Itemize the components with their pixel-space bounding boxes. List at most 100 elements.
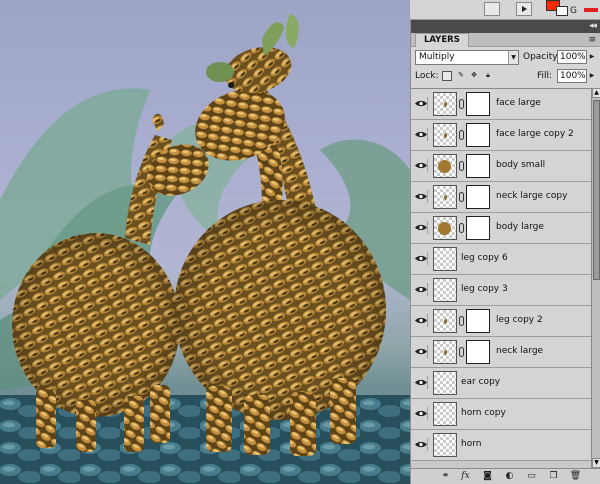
fill-slider-arrow-icon[interactable]: ▶ — [588, 69, 596, 83]
layer-row[interactable]: leg copy 2 — [411, 306, 591, 337]
layer-mask-thumbnail[interactable] — [466, 185, 490, 209]
visibility-eye-icon[interactable] — [414, 283, 428, 296]
layer-name[interactable]: face large copy 2 — [496, 129, 574, 139]
scroll-thumb[interactable] — [593, 100, 600, 280]
panel-header-bar[interactable]: ◂◂ — [411, 20, 600, 33]
trash-icon[interactable]: 🗑︎ — [569, 471, 582, 482]
opacity-input[interactable]: 100% — [557, 50, 587, 64]
fx-icon[interactable]: fx — [459, 471, 472, 482]
layer-row[interactable]: face large copy 2 — [411, 120, 591, 151]
lock-move-icon[interactable]: ✥ — [469, 71, 479, 81]
lock-row: Lock: ✎ ✥ 🔒︎ Fill: 100% ▶ — [415, 69, 599, 85]
visibility-eye-icon[interactable] — [414, 314, 428, 327]
layer-row[interactable]: neck large copy — [411, 182, 591, 213]
visibility-eye-icon[interactable] — [414, 345, 428, 358]
layer-name[interactable]: ear copy — [461, 377, 500, 387]
color-slider-indicator — [584, 8, 598, 12]
layer-row[interactable]: leg copy 3 — [411, 275, 591, 306]
tab-layers[interactable]: LAYERS — [415, 33, 469, 47]
layers-panel: ◂◂ LAYERS ≡ Multiply ▼ Opacity: 100% ▶ L… — [410, 20, 600, 484]
layer-thumbnail[interactable] — [433, 340, 457, 364]
layer-name[interactable]: leg copy 2 — [496, 315, 543, 325]
panel-tab-bar: LAYERS ≡ — [411, 33, 600, 47]
mask-link-icon[interactable] — [459, 192, 464, 202]
mask-link-icon[interactable] — [459, 347, 464, 357]
collapse-panel-icon[interactable]: ◂◂ — [589, 20, 597, 32]
layer-row[interactable]: neck large — [411, 337, 591, 368]
artwork-illustration — [0, 14, 410, 484]
layer-row[interactable]: leg copy 6 — [411, 244, 591, 275]
layer-row[interactable]: ear copy — [411, 368, 591, 399]
mask-link-icon[interactable] — [459, 316, 464, 326]
mask-link-icon[interactable] — [459, 99, 464, 109]
background-color-swatch[interactable] — [556, 6, 568, 16]
layer-mask-thumbnail[interactable] — [466, 123, 490, 147]
scroll-up-arrow-icon[interactable]: ▲ — [592, 88, 600, 98]
layer-mask-thumbnail[interactable] — [466, 154, 490, 178]
lock-all-icon[interactable]: 🔒︎ — [483, 71, 493, 81]
layer-name[interactable]: body large — [496, 222, 544, 232]
layer-name[interactable]: leg copy 6 — [461, 253, 508, 263]
link-layers-icon[interactable]: ⚭ — [439, 471, 452, 482]
visibility-eye-icon[interactable] — [414, 252, 428, 265]
visibility-eye-icon[interactable] — [414, 190, 428, 203]
fill-input[interactable]: 100% — [557, 69, 587, 83]
visibility-eye-icon[interactable] — [414, 438, 428, 451]
mask-link-icon[interactable] — [459, 161, 464, 171]
blend-mode-row: Multiply ▼ Opacity: 100% ▶ — [415, 50, 599, 66]
visibility-eye-icon[interactable] — [414, 128, 428, 141]
layer-mask-thumbnail[interactable] — [466, 216, 490, 240]
adjustment-layer-icon[interactable]: ◐ — [503, 471, 516, 482]
lock-brush-icon[interactable]: ✎ — [456, 71, 466, 81]
opacity-slider-arrow-icon[interactable]: ▶ — [588, 50, 596, 64]
visibility-eye-icon[interactable] — [414, 376, 428, 389]
layer-row[interactable]: body large — [411, 213, 591, 244]
document-canvas[interactable] — [0, 0, 410, 484]
layer-mask-thumbnail[interactable] — [466, 340, 490, 364]
layer-name[interactable]: horn copy — [461, 408, 506, 418]
visibility-eye-icon[interactable] — [414, 221, 428, 234]
layer-thumbnail[interactable] — [433, 154, 457, 178]
layer-thumbnail-content — [444, 319, 447, 324]
layer-name[interactable]: neck large copy — [496, 191, 567, 201]
layer-thumbnail-content — [444, 102, 447, 107]
visibility-eye-icon[interactable] — [414, 159, 428, 172]
mask-link-icon[interactable] — [459, 223, 464, 233]
layer-name[interactable]: neck large — [496, 346, 543, 356]
lock-label: Lock: — [415, 71, 439, 81]
layer-row[interactable]: body small — [411, 151, 591, 182]
layer-name[interactable]: horn — [461, 439, 481, 449]
lock-transparency-icon[interactable] — [442, 71, 452, 81]
panel-menu-icon[interactable]: ≡ — [588, 35, 596, 45]
layer-thumbnail[interactable] — [433, 433, 457, 457]
layer-thumbnail[interactable] — [433, 371, 457, 395]
layer-thumbnail[interactable] — [433, 92, 457, 116]
layer-name[interactable]: body small — [496, 160, 545, 170]
layer-thumbnail[interactable] — [433, 185, 457, 209]
layer-name[interactable]: face large — [496, 98, 541, 108]
visibility-eye-icon[interactable] — [414, 407, 428, 420]
layer-mask-thumbnail[interactable] — [466, 309, 490, 333]
blend-mode-select[interactable]: Multiply ▼ — [415, 50, 519, 65]
scroll-down-arrow-icon[interactable]: ▼ — [592, 458, 600, 468]
layers-scrollbar[interactable]: ▲ ▼ — [591, 88, 600, 468]
layout-icon[interactable] — [484, 2, 500, 16]
play-icon[interactable] — [516, 2, 532, 16]
layer-row[interactable]: face large — [411, 89, 591, 120]
layer-thumbnail[interactable] — [433, 216, 457, 240]
new-layer-icon[interactable]: ❐ — [547, 471, 560, 482]
layer-row[interactable]: horn — [411, 430, 591, 461]
layer-row[interactable]: horn copy — [411, 399, 591, 430]
layer-thumbnail[interactable] — [433, 123, 457, 147]
layer-mask-thumbnail[interactable] — [466, 92, 490, 116]
layer-thumbnail[interactable] — [433, 402, 457, 426]
add-mask-icon[interactable]: ◙ — [481, 471, 494, 482]
layer-thumbnail[interactable] — [433, 309, 457, 333]
layer-thumbnail[interactable] — [433, 247, 457, 271]
layer-name[interactable]: leg copy 3 — [461, 284, 508, 294]
mask-link-icon[interactable] — [459, 130, 464, 140]
layer-thumbnail[interactable] — [433, 278, 457, 302]
layers-list: face large face large copy 2 body small nec… — [411, 88, 591, 468]
group-folder-icon[interactable]: ▭ — [525, 471, 538, 482]
visibility-eye-icon[interactable] — [414, 97, 428, 110]
